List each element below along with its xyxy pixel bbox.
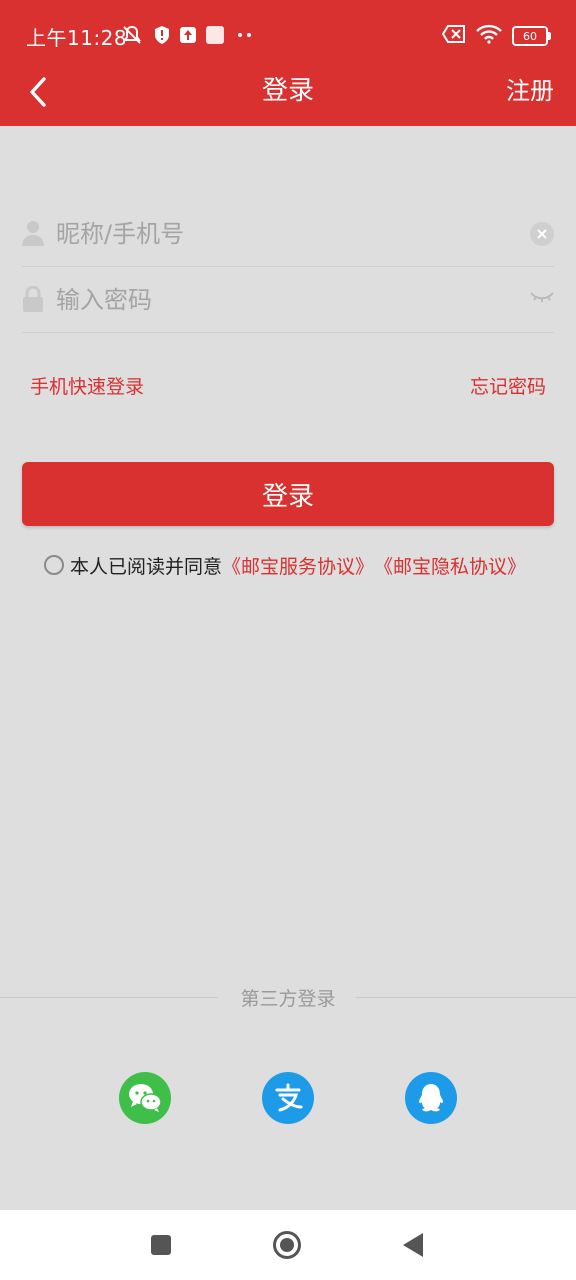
agreement-checkbox[interactable] — [44, 555, 64, 575]
triangle-back-icon — [403, 1233, 423, 1257]
toggle-password-visibility[interactable] — [530, 288, 554, 308]
password-field — [22, 266, 554, 333]
sim-x-icon — [441, 25, 466, 47]
upload-icon — [177, 24, 199, 46]
circle-icon — [273, 1231, 301, 1259]
service-agreement-link[interactable]: 《邮宝服务协议》 — [222, 552, 374, 579]
quick-login-link[interactable]: 手机快速登录 — [30, 372, 144, 399]
wechat-icon — [129, 1084, 162, 1112]
app-notification-icon — [204, 24, 226, 46]
wifi-icon — [476, 24, 502, 48]
battery-icon: 60 — [512, 26, 551, 46]
user-icon — [22, 220, 46, 246]
home-button[interactable] — [272, 1230, 302, 1260]
agreement-text: 本人已阅读并同意 — [70, 555, 223, 578]
eye-closed-icon — [530, 292, 554, 302]
register-link[interactable]: 注册 — [506, 72, 554, 110]
lock-icon — [22, 285, 46, 312]
more-notifications-icon — [234, 24, 256, 46]
password-input[interactable] — [54, 276, 498, 324]
system-navigation-bar — [0, 1210, 576, 1280]
close-icon — [537, 229, 547, 239]
page-title: 登录 — [261, 76, 314, 106]
privacy-agreement-link[interactable]: 《邮宝隐私协议》 — [374, 552, 526, 579]
forgot-password-link[interactable]: 忘记密码 — [470, 372, 546, 399]
divider-line-right — [356, 997, 576, 998]
username-input[interactable] — [54, 210, 498, 258]
battery-level: 60 — [523, 29, 537, 43]
mute-bell-icon — [121, 24, 143, 46]
clear-input-button[interactable] — [530, 222, 554, 246]
agreement-row: 本人已阅读并同意 《邮宝服务协议》 《邮宝隐私协议》 — [44, 552, 526, 578]
square-icon — [151, 1235, 171, 1255]
username-field — [22, 200, 554, 267]
status-bar: 上午11:28 60 — [0, 0, 576, 70]
nav-header: 登录 注册 — [0, 70, 576, 126]
wechat-login-button[interactable] — [119, 1072, 171, 1124]
qq-login-button[interactable] — [405, 1072, 457, 1124]
alipay-login-button[interactable] — [262, 1072, 314, 1124]
qq-icon — [419, 1084, 443, 1112]
back-nav-button[interactable] — [398, 1230, 428, 1260]
recents-button[interactable] — [146, 1230, 176, 1260]
shield-alert-icon — [151, 24, 173, 46]
third-party-divider: 第三方登录 — [0, 984, 576, 1014]
login-button[interactable]: 登录 — [22, 462, 554, 526]
status-time: 上午11:28 — [26, 26, 128, 50]
alipay-icon — [275, 1083, 303, 1112]
